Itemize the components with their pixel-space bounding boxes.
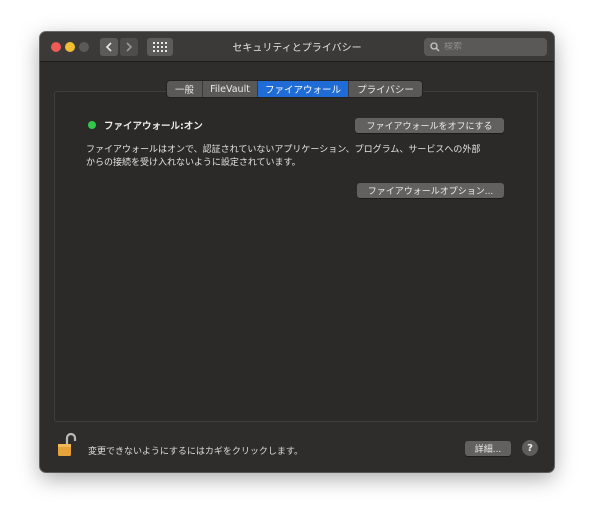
window-title: セキュリティとプライバシー [232,43,362,54]
minimize-window-button[interactable] [65,42,75,52]
tab-general[interactable]: 一般 [167,81,203,97]
chevron-right-icon [126,42,133,52]
grid-icon [153,42,167,52]
tab-bar: 一般 FileVault ファイアウォール プライバシー [167,81,422,97]
help-button[interactable]: ? [522,440,538,456]
lock-button[interactable] [56,432,78,458]
firewall-description-line-2: からの接続を受け入れないように設定されています。 [86,158,301,168]
preferences-window: セキュリティとプライバシー 一般 FileVault ファイアウォール プライバ… [40,32,554,472]
back-button[interactable] [100,38,118,56]
details-button[interactable]: 詳細... [465,441,511,456]
firewall-panel [54,91,538,422]
tab-filevault[interactable]: FileVault [203,81,258,97]
close-window-button[interactable] [51,42,61,52]
search-field[interactable] [424,38,547,56]
zoom-window-button[interactable] [79,42,89,52]
search-icon [430,42,440,52]
firewall-description: ファイアウォールはオンで、認証されていないアプリケーション、プログラム、サービス… [86,144,506,170]
lock-hint-text: 変更できないようにするにはカギをクリックします。 [88,447,304,457]
forward-button[interactable] [120,38,138,56]
title-bar[interactable]: セキュリティとプライバシー [40,32,554,62]
chevron-left-icon [105,42,112,52]
unlocked-padlock-icon [58,432,77,456]
firewall-description-line-1: ファイアウォールはオンで、認証されていないアプリケーション、プログラム、サービス… [86,145,481,155]
turn-off-firewall-button[interactable]: ファイアウォールをオフにする [355,118,504,133]
search-input[interactable] [444,42,534,52]
tab-privacy[interactable]: プライバシー [349,81,422,97]
firewall-options-button[interactable]: ファイアウォールオプション... [357,183,504,198]
firewall-status-indicator [88,121,96,129]
show-all-button[interactable] [147,38,173,56]
tab-firewall[interactable]: ファイアウォール [258,81,349,97]
firewall-status-label: ファイアウォール:オン [104,121,203,132]
